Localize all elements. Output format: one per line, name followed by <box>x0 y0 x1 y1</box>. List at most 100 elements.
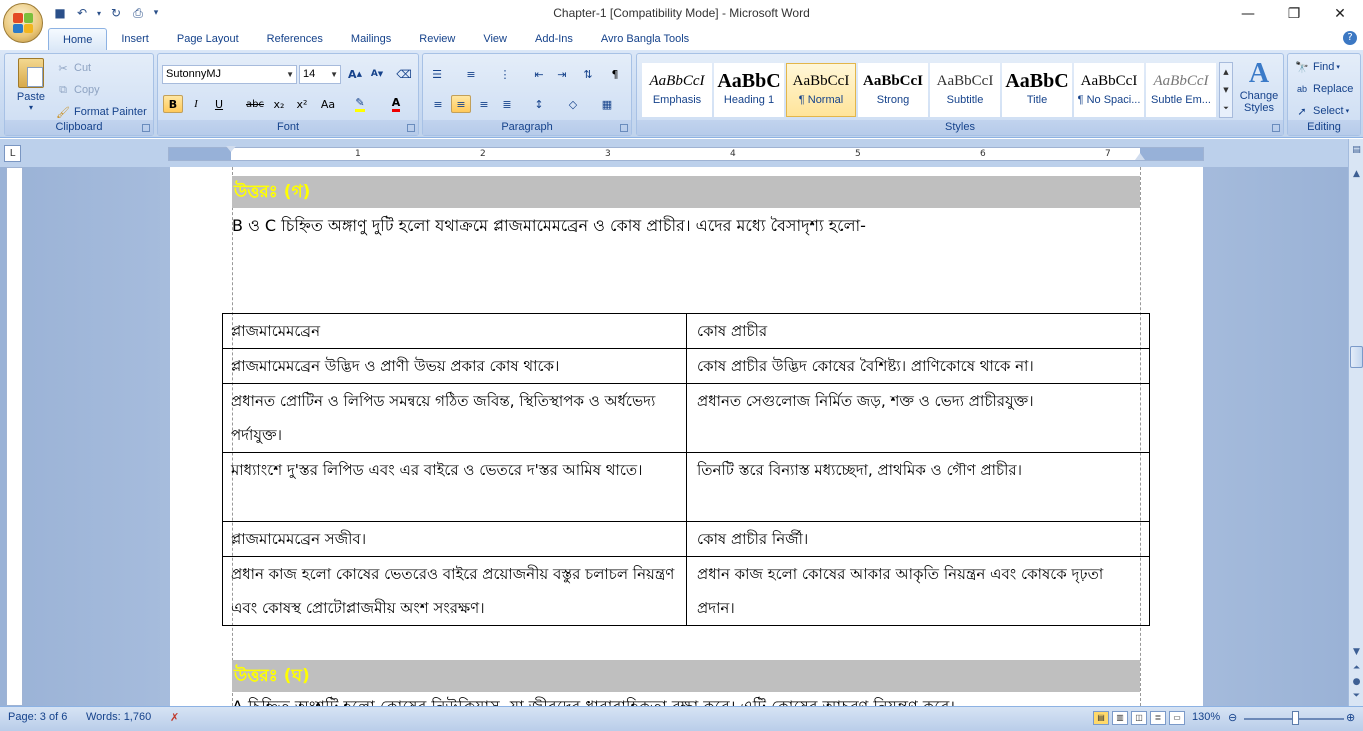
web-layout-icon[interactable]: ◫ <box>1131 711 1147 725</box>
outline-view-icon[interactable]: ≣ <box>1150 711 1166 725</box>
tab-view[interactable]: View <box>469 28 521 50</box>
font-color-button[interactable]: A <box>386 95 406 113</box>
style-heading-1[interactable]: AaBbC Heading 1 <box>714 63 784 117</box>
style-subtitle[interactable]: AaBbCcI Subtitle <box>930 63 1000 117</box>
shrink-font-button[interactable]: A ▼ <box>367 65 387 83</box>
tab-review[interactable]: Review <box>405 28 469 50</box>
show-formatting-button[interactable]: ¶ <box>605 65 625 83</box>
tab-insert[interactable]: Insert <box>107 28 163 50</box>
underline-button[interactable]: U <box>209 95 229 113</box>
document-page[interactable]: উত্তরঃ (গ) B ও C চিহ্নিত অঙ্গাণু দুটি হল… <box>170 167 1203 706</box>
bold-button[interactable]: B <box>163 95 183 113</box>
align-right-button[interactable]: ≡ <box>474 95 494 113</box>
editing-group: 🔭 Find ▾ ab Replace ➚ Select ▾ Editing <box>1287 53 1361 136</box>
style-no-spacing[interactable]: AaBbCcI ¶ No Spaci... <box>1074 63 1144 117</box>
next-page-icon[interactable]: ⏷ <box>1350 691 1363 705</box>
increase-indent-button[interactable]: ⇥ <box>552 65 572 83</box>
proofing-icon[interactable]: ✗ <box>170 711 179 724</box>
tab-home[interactable]: Home <box>48 28 108 50</box>
style-preview: AaBbCcI <box>1153 73 1209 89</box>
replace-icon: ab <box>1296 84 1307 94</box>
vertical-scrollbar[interactable]: ▤ ▲ ▼ ⏶ ● ⏷ <box>1348 139 1363 706</box>
scroll-up-icon[interactable]: ▲ <box>1350 169 1363 183</box>
comparison-table: প্লাজমামেমব্রেন কোষ প্রাচীর প্লাজমামেমব্… <box>222 313 1150 626</box>
font-family-combo[interactable]: SutonnyMJ ▼ <box>162 65 297 84</box>
scroll-down-icon[interactable]: ▼ <box>1350 647 1363 661</box>
page-counter[interactable]: Page: 3 of 6 <box>8 711 67 723</box>
close-button[interactable]: ✕ <box>1317 0 1363 28</box>
ruler-toggle-icon[interactable]: ▤ <box>1350 145 1363 159</box>
clipboard-launcher-icon[interactable] <box>142 124 150 132</box>
tab-mailings[interactable]: Mailings <box>337 28 405 50</box>
italic-button[interactable]: I <box>186 95 206 113</box>
previous-page-icon[interactable]: ⏶ <box>1350 663 1363 677</box>
style-preview: AaBbC <box>717 70 781 92</box>
styles-launcher-icon[interactable] <box>1272 124 1280 132</box>
cut-button[interactable]: ✂ Cut <box>55 60 91 76</box>
multilevel-list-button[interactable]: ⋮ <box>495 65 515 83</box>
decrease-indent-button[interactable]: ⇤ <box>529 65 549 83</box>
style-normal[interactable]: AaBbCcI ¶ Normal <box>786 63 856 117</box>
tab-selector[interactable]: L <box>4 145 21 162</box>
tab-references[interactable]: References <box>253 28 337 50</box>
horizontal-ruler[interactable]: 1 2 3 4 5 6 7 <box>168 146 1204 161</box>
zoom-out-icon[interactable]: ⊖ <box>1228 711 1237 724</box>
align-center-button[interactable]: ≡ <box>451 95 471 113</box>
tab-page-layout[interactable]: Page Layout <box>163 28 253 50</box>
print-layout-view-icon[interactable]: ▤ <box>1093 711 1109 725</box>
borders-button[interactable]: ▦ <box>597 95 617 113</box>
zoom-level[interactable]: 130% <box>1192 711 1220 723</box>
style-strong[interactable]: AaBbCcI Strong <box>858 63 928 117</box>
highlight-button[interactable]: ✎ <box>350 95 370 113</box>
paragraph-launcher-icon[interactable] <box>620 124 628 132</box>
line-spacing-button[interactable]: ↕ <box>529 95 549 113</box>
copy-button[interactable]: ⧉ Copy <box>55 82 100 98</box>
tab-avro-bangla-tools[interactable]: Avro Bangla Tools <box>587 28 703 50</box>
bullets-button[interactable]: ☰ <box>427 65 447 83</box>
align-left-button[interactable]: ≡ <box>428 95 448 113</box>
ruler-tick: 4 <box>730 149 736 159</box>
replace-button[interactable]: ab Replace <box>1294 81 1353 97</box>
format-painter-button[interactable]: 🖌 Format Painter <box>55 104 147 120</box>
word-count[interactable]: Words: 1,760 <box>86 711 151 723</box>
full-screen-reading-icon[interactable]: ▥ <box>1112 711 1128 725</box>
paste-button[interactable]: Paste ▾ <box>11 58 51 118</box>
justify-button[interactable]: ≣ <box>497 95 517 113</box>
right-indent-marker[interactable] <box>1135 153 1145 160</box>
clear-formatting-button[interactable]: ⌫ <box>394 65 414 83</box>
strikethrough-button[interactable]: abc <box>245 95 265 113</box>
minimize-button[interactable]: — <box>1225 0 1271 28</box>
style-emphasis[interactable]: AaBbCcI Emphasis <box>642 63 712 117</box>
font-launcher-icon[interactable] <box>407 124 415 132</box>
font-group-label: Font <box>158 120 418 135</box>
scroll-thumb[interactable] <box>1350 346 1363 368</box>
select-button[interactable]: ➚ Select ▾ <box>1294 103 1349 119</box>
styles-group: AaBbCcI Emphasis AaBbC Heading 1 AaBbCcI ¶ … <box>636 53 1284 136</box>
change-case-button[interactable]: Aa <box>318 95 338 113</box>
draft-view-icon[interactable]: ▭ <box>1169 711 1185 725</box>
subscript-button[interactable]: x₂ <box>269 95 289 113</box>
shading-button[interactable]: ◇ <box>563 95 583 113</box>
vertical-ruler[interactable] <box>6 167 23 706</box>
style-title[interactable]: AaBbC Title <box>1002 63 1072 117</box>
table-row: প্রধান কাজ হলো কোষের ভেতরেও বাইরে প্রয়ো… <box>222 556 1150 626</box>
styles-scroll[interactable]: ▲ ▼ ⏷ <box>1219 62 1233 118</box>
tab-add-ins[interactable]: Add-Ins <box>521 28 587 50</box>
numbering-button[interactable]: ≡ <box>461 65 481 83</box>
zoom-slider-thumb[interactable] <box>1292 711 1299 725</box>
zoom-in-icon[interactable]: ⊕ <box>1346 711 1355 724</box>
left-indent-marker[interactable] <box>226 146 236 152</box>
style-subtle-emphasis[interactable]: AaBbCcI Subtle Em... <box>1146 63 1216 117</box>
change-styles-button[interactable]: A Change Styles <box>1235 58 1283 118</box>
restore-button[interactable]: ❐ <box>1271 0 1317 28</box>
find-button[interactable]: 🔭 Find ▾ <box>1294 59 1340 75</box>
ruler-tick: 2 <box>480 149 486 159</box>
font-size-combo[interactable]: 14 ▼ <box>299 65 341 84</box>
browse-object-icon[interactable]: ● <box>1350 677 1363 691</box>
sort-button[interactable]: ⇅ <box>578 65 598 83</box>
superscript-button[interactable]: x² <box>292 95 312 113</box>
style-name: Subtitle <box>946 94 984 106</box>
office-button[interactable] <box>3 3 43 43</box>
grow-font-button[interactable]: A ▲ <box>345 65 365 83</box>
help-icon[interactable]: ? <box>1343 31 1357 45</box>
